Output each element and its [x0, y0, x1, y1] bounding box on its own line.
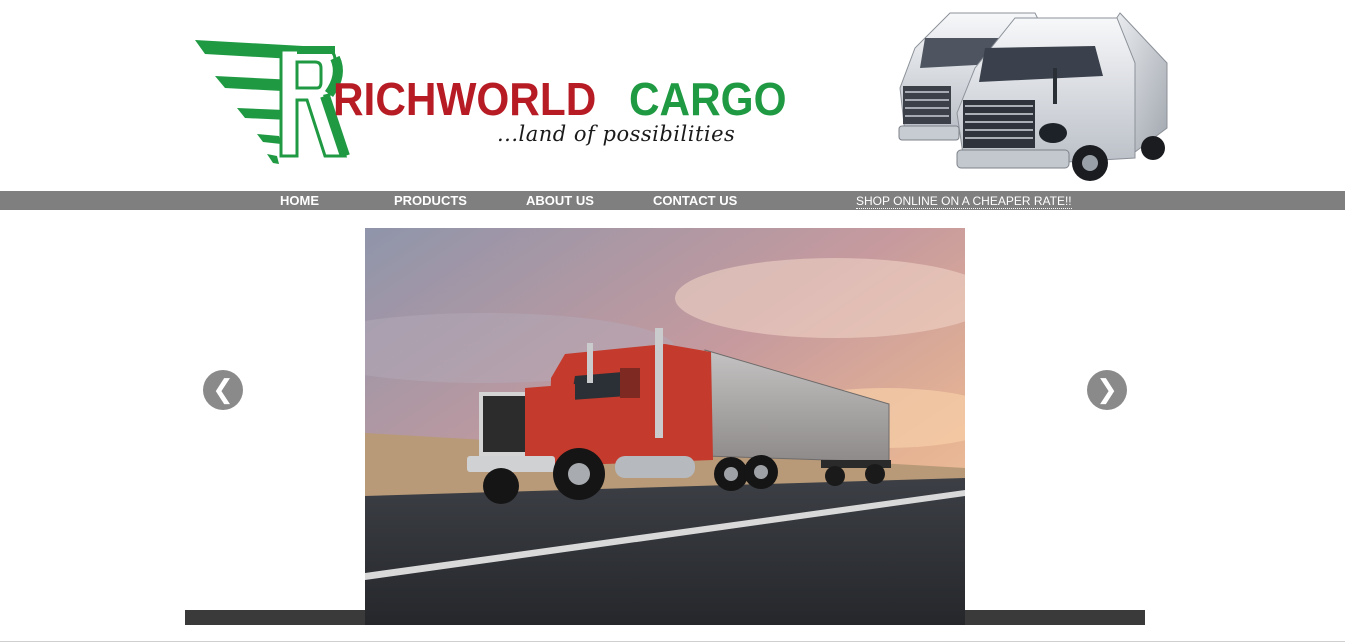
chevron-right-icon: ❯ [1096, 375, 1118, 405]
slider-next-button[interactable]: ❯ [1087, 370, 1127, 410]
site-logo[interactable]: RICHWORLD CARGO ...land of possibilities [185, 30, 787, 175]
image-slider: ❮ ❯ [185, 228, 1145, 625]
brand-name-second: CARGO [629, 73, 787, 125]
header-trucks-image [895, 8, 1175, 188]
nav-products-link[interactable]: PRODUCTS [394, 193, 467, 208]
nav-contact-link[interactable]: CONTACT US [653, 193, 737, 208]
site-header: RICHWORLD CARGO ...land of possibilities [0, 0, 1345, 191]
nav-home-link[interactable]: HOME [280, 193, 319, 208]
slide-truck-image [365, 228, 965, 625]
main-nav: HOME PRODUCTS ABOUT US CONTACT US SHOP O… [0, 191, 1345, 210]
chevron-left-icon: ❮ [212, 375, 234, 405]
slider-prev-button[interactable]: ❮ [203, 370, 243, 410]
page-divider [0, 641, 1345, 642]
brand-tagline: ...land of possibilities [497, 122, 736, 146]
nav-about-link[interactable]: ABOUT US [526, 193, 594, 208]
shop-online-link[interactable]: SHOP ONLINE ON A CHEAPER RATE!! [856, 194, 1072, 209]
brand-name-first: RICHWORLD [333, 73, 597, 125]
